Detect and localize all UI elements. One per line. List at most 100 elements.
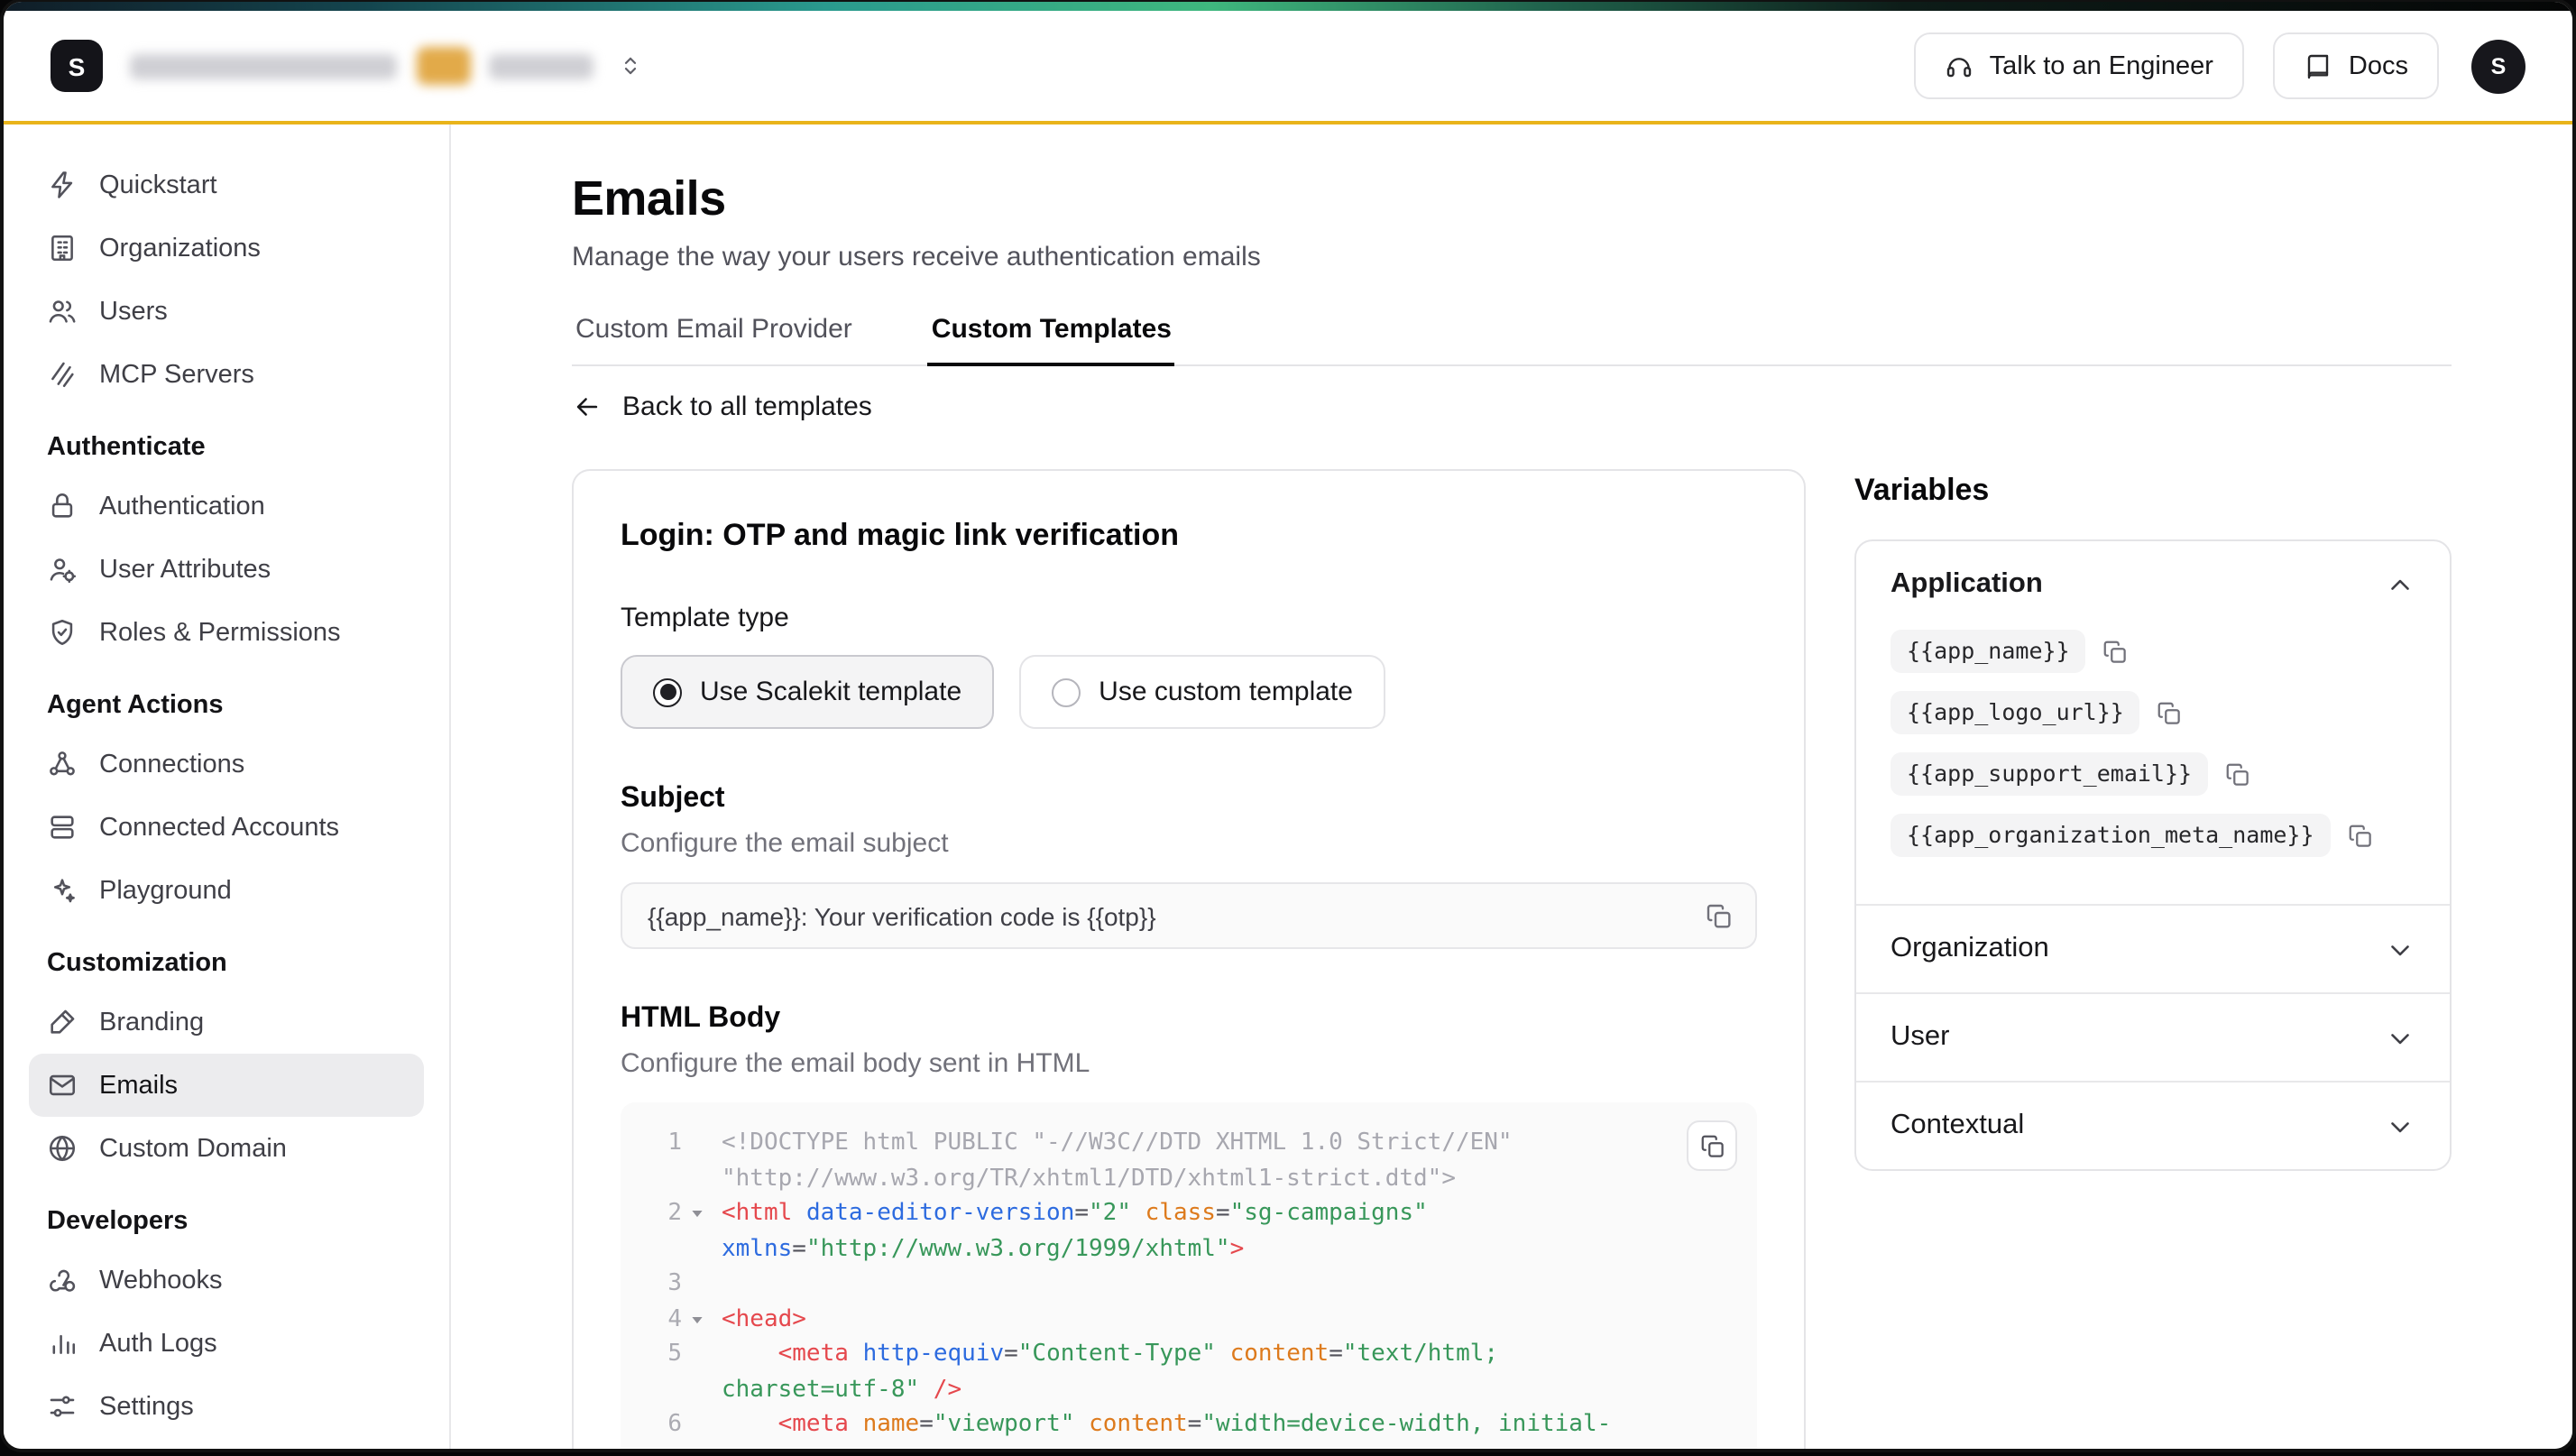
- sidebar-item-quickstart[interactable]: Quickstart: [29, 153, 424, 217]
- fold-spacer: [682, 1126, 711, 1161]
- user-avatar[interactable]: S: [2471, 39, 2525, 93]
- sidebar-item-settings[interactable]: Settings: [29, 1375, 424, 1438]
- sidebar-group-header: Agent Actions: [47, 691, 406, 720]
- sidebar-item-user-attributes[interactable]: User Attributes: [29, 538, 424, 601]
- variables-panel: Variables Application{{app_name}}{{app_l…: [1854, 469, 2452, 1171]
- workspace-logo: S: [51, 40, 103, 92]
- tab-custom-templates[interactable]: Custom Templates: [928, 303, 1175, 364]
- webhook-icon: [47, 1265, 78, 1295]
- shield-check-icon: [47, 617, 78, 648]
- bar-chart-icon: [47, 1328, 78, 1359]
- sidebar-item-auth-logs[interactable]: Auth Logs: [29, 1312, 424, 1375]
- back-link[interactable]: Back to all templates: [572, 392, 872, 422]
- nodes-icon: [47, 749, 78, 779]
- paintbrush-icon: [47, 1007, 78, 1037]
- sidebar-item-users[interactable]: Users: [29, 280, 424, 343]
- sidebar-item-label: Emails: [99, 1071, 178, 1100]
- sidebar-item-roles-permissions[interactable]: Roles & Permissions: [29, 601, 424, 664]
- stack-icon: [47, 812, 78, 843]
- users-icon: [47, 296, 78, 327]
- building-icon: [47, 233, 78, 263]
- sidebar-item-connections[interactable]: Connections: [29, 733, 424, 796]
- subject-value: {{app_name}}: Your verification code is …: [648, 901, 1687, 930]
- talk-to-engineer-button[interactable]: Talk to an Engineer: [1914, 32, 2244, 99]
- section-label: Application: [1891, 568, 2043, 601]
- docs-button[interactable]: Docs: [2273, 32, 2439, 99]
- subject-help: Configure the email subject: [621, 828, 1757, 859]
- variable-chip: {{app_logo_url}}: [1891, 691, 2140, 734]
- sidebar-item-emails[interactable]: Emails: [29, 1054, 424, 1117]
- variable-row: {{app_support_email}}: [1891, 752, 2415, 796]
- top-bar: S Talk to an Engineer Docs S: [4, 11, 2572, 121]
- sidebar-item-label: Authentication: [99, 492, 265, 521]
- sidebar-item-label: Connected Accounts: [99, 813, 339, 842]
- html-body-help: Configure the email body sent in HTML: [621, 1048, 1757, 1079]
- variable-row: {{app_logo_url}}: [1891, 691, 2415, 734]
- talk-to-engineer-label: Talk to an Engineer: [1990, 51, 2213, 80]
- fold-caret-icon[interactable]: [682, 1196, 711, 1231]
- copy-icon[interactable]: [2224, 760, 2251, 788]
- copy-icon[interactable]: [2102, 638, 2130, 665]
- sidebar-item-label: Custom Domain: [99, 1134, 287, 1163]
- line-number: 3: [635, 1267, 682, 1302]
- html-body-editor[interactable]: 1<!DOCTYPE html PUBLIC "-//W3C//DTD XHTM…: [621, 1102, 1757, 1449]
- copy-icon[interactable]: [2347, 822, 2374, 849]
- arrow-left-icon: [572, 392, 603, 422]
- variable-chip: {{app_support_email}}: [1891, 752, 2208, 796]
- zap-icon: [47, 170, 78, 200]
- option-use-scalekit-template[interactable]: Use Scalekit template: [621, 655, 994, 729]
- variables-card: Application {{app_name}} {{app_logo_url}} {…: [1854, 539, 2452, 1171]
- sidebar-group-header: Authenticate: [47, 433, 406, 462]
- chevrons-up-down-icon[interactable]: [617, 52, 644, 79]
- sidebar-item-mcp-servers[interactable]: MCP Servers: [29, 343, 424, 406]
- variables-section-application[interactable]: Application: [1856, 541, 2450, 628]
- code-line: 6 <meta name="viewport" content="width=d…: [621, 1407, 1678, 1449]
- sidebar-item-playground[interactable]: Playground: [29, 859, 424, 922]
- page-title: Emails: [572, 171, 2452, 227]
- sidebar-item-custom-domain[interactable]: Custom Domain: [29, 1117, 424, 1180]
- page-subtitle: Manage the way your users receive authen…: [572, 242, 2452, 272]
- code-line: 2 <html data-editor-version="2" class="sg…: [621, 1196, 1678, 1267]
- sidebar-group-header: Developers: [47, 1207, 406, 1236]
- template-type-label: Template type: [621, 603, 1757, 633]
- fold-caret-icon[interactable]: [682, 1302, 711, 1337]
- subject-input[interactable]: {{app_name}}: Your verification code is …: [621, 882, 1757, 949]
- sparkles-icon: [47, 875, 78, 906]
- variables-section-contextual[interactable]: Contextual: [1856, 1083, 2450, 1169]
- sidebar-item-connected-accounts[interactable]: Connected Accounts: [29, 796, 424, 859]
- mcp-icon: [47, 359, 78, 390]
- sidebar-item-branding[interactable]: Branding: [29, 991, 424, 1054]
- chevron-down-icon[interactable]: [2385, 1110, 2415, 1141]
- sidebar-item-label: Roles & Permissions: [99, 618, 341, 647]
- sidebar-item-label: User Attributes: [99, 555, 271, 584]
- copy-icon[interactable]: [2157, 699, 2184, 726]
- chevron-down-icon[interactable]: [2385, 934, 2415, 964]
- template-type-options: Use Scalekit template Use custom template: [621, 655, 1757, 729]
- section-label: Organization: [1891, 933, 2049, 965]
- tab-custom-email-provider[interactable]: Custom Email Provider: [572, 303, 856, 364]
- chevron-up-icon[interactable]: [2385, 569, 2415, 600]
- radio-unselected-icon: [1052, 677, 1081, 706]
- sidebar-item-label: Branding: [99, 1008, 204, 1037]
- sidebar-item-organizations[interactable]: Organizations: [29, 217, 424, 280]
- code-content: <!DOCTYPE html PUBLIC "-//W3C//DTD XHTML…: [722, 1126, 1678, 1196]
- chevron-down-icon[interactable]: [2385, 1022, 2415, 1053]
- code-content: <meta http-equiv="Content-Type" content=…: [722, 1337, 1678, 1407]
- fold-spacer: [682, 1337, 711, 1372]
- code-line: 4<head>: [621, 1302, 1678, 1337]
- code-line: 1<!DOCTYPE html PUBLIC "-//W3C//DTD XHTM…: [621, 1126, 1678, 1196]
- variable-chip: {{app_name}}: [1891, 630, 2086, 673]
- code-line: 3: [621, 1267, 1678, 1302]
- variables-section-user[interactable]: User: [1856, 994, 2450, 1081]
- sidebar-item-webhooks[interactable]: Webhooks: [29, 1249, 424, 1312]
- code-content: <html data-editor-version="2" class="sg-…: [722, 1196, 1678, 1267]
- app-window: S Talk to an Engineer Docs S QuickstartO…: [4, 2, 2572, 1449]
- option-use-custom-template[interactable]: Use custom template: [1019, 655, 1385, 729]
- workspace-switcher[interactable]: S: [51, 40, 644, 92]
- line-number: 2: [635, 1196, 682, 1231]
- variables-section-organization[interactable]: Organization: [1856, 906, 2450, 992]
- copy-subject-icon[interactable]: [1705, 901, 1734, 930]
- copy-code-button[interactable]: [1687, 1120, 1737, 1171]
- sidebar-item-authentication[interactable]: Authentication: [29, 475, 424, 538]
- sidebar-item-label: Users: [99, 297, 168, 326]
